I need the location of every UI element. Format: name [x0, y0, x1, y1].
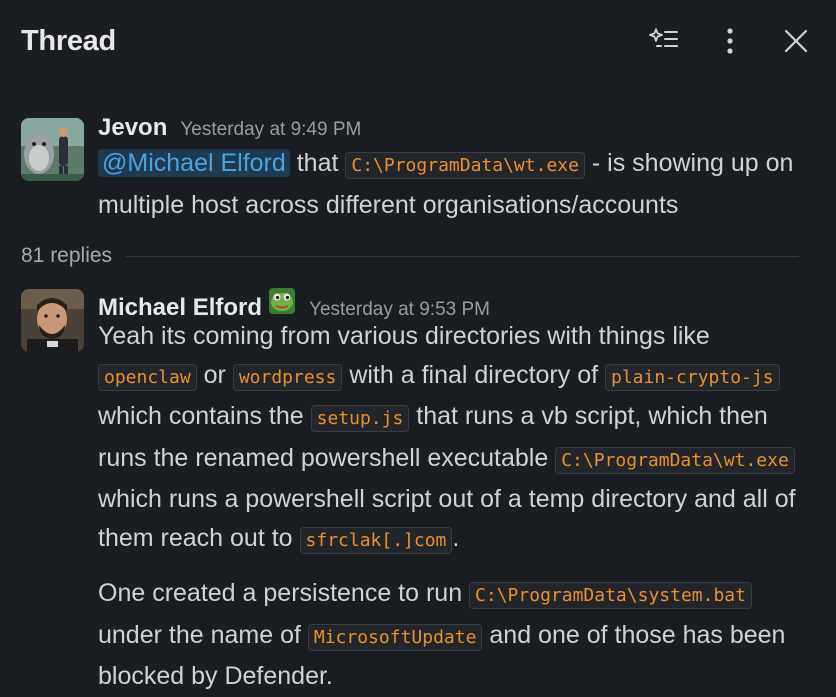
message-text: with a final directory of [342, 360, 605, 389]
message-text: or [196, 360, 233, 389]
inline-code: C:\ProgramData\system.bat [469, 582, 752, 609]
user-mention[interactable]: @Michael Elford [98, 149, 290, 177]
message-paragraph: Yeah its coming from various directories… [98, 317, 806, 560]
inline-code: wordpress [232, 363, 343, 391]
message-text: . [452, 523, 460, 552]
frog-emoji-icon [268, 287, 296, 315]
message-text: which contains the [98, 402, 311, 430]
inline-code: C:\ProgramData\wt.exe [345, 152, 585, 179]
message-text: under the name of [98, 620, 308, 649]
message-michael-elford: Michael Elford Yesterday at 9:53 PM Yeah… [0, 287, 836, 696]
sparkle-list-icon[interactable] [648, 25, 680, 57]
message-jevon: Jevon Yesterday at 9:49 PM @Michael Elfo… [0, 114, 836, 224]
panel-title: Thread [21, 24, 116, 57]
message-header: Michael Elford Yesterday at 9:53 PM [98, 287, 806, 321]
inline-code: C:\ProgramData\wt.exe [555, 446, 795, 474]
thread-header: Thread [0, 0, 836, 82]
message-header: Jevon Yesterday at 9:49 PM [98, 114, 806, 144]
message-paragraph: One created a persistence to run C:\Prog… [98, 574, 806, 696]
close-icon[interactable] [780, 25, 812, 57]
inline-code: setup.js [310, 405, 410, 432]
reply-count: 81 replies [21, 244, 113, 267]
more-vertical-icon[interactable] [714, 25, 746, 57]
inline-code: plain-crypto-js [605, 363, 780, 391]
header-actions [648, 22, 812, 60]
replies-divider: 81 replies [21, 240, 799, 272]
inline-code: MicrosoftUpdate [307, 623, 483, 651]
message-timestamp[interactable]: Yesterday at 9:49 PM [180, 119, 361, 141]
inline-code: openclaw [98, 363, 197, 391]
thread-panel: Thread Jevon Yesterday at 9:49 PM @Micha… [0, 0, 836, 697]
message-text: Yeah its coming from various directories… [98, 322, 710, 350]
message-text: that [289, 149, 346, 177]
message-text: One created a persistence to run [98, 579, 470, 607]
divider-line [126, 255, 799, 257]
author-name[interactable]: Jevon [98, 114, 167, 142]
inline-code: sfrclak[.]com [299, 526, 453, 554]
message-body: @Michael Elford that C:\ProgramData\wt.e… [98, 144, 806, 224]
message-body: Yeah its coming from various directories… [98, 317, 806, 696]
